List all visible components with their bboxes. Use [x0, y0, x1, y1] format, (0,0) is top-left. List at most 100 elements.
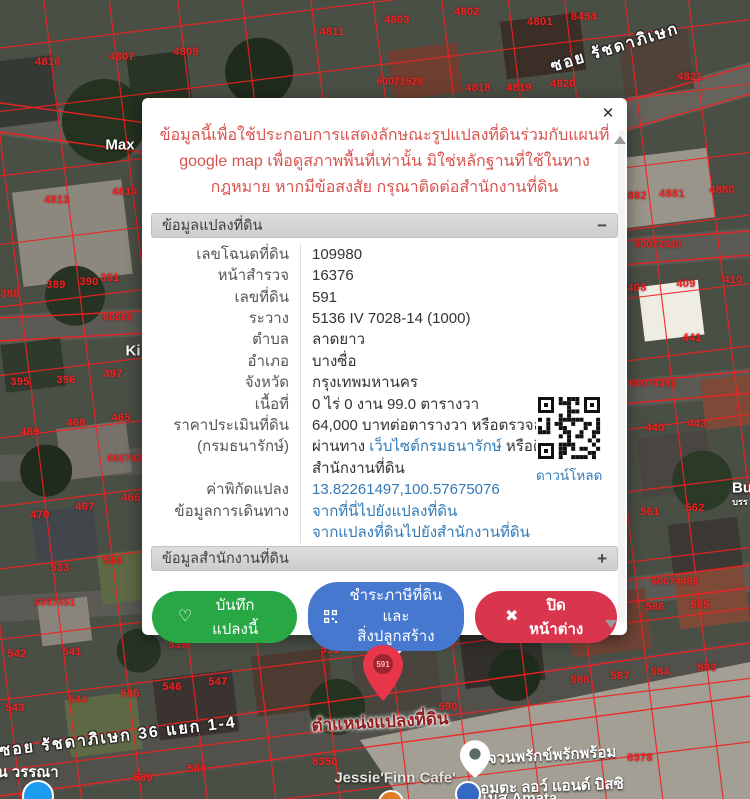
- parcel-number-label: 547: [208, 676, 227, 688]
- parcel-number-label: 60071528: [377, 77, 424, 88]
- parcel-number-label: 408: [627, 282, 646, 294]
- parcel-number-label: 4821: [677, 71, 703, 83]
- parcel-number-label: 562: [685, 502, 704, 514]
- parcel-number-label: 4881: [659, 188, 685, 200]
- section-title: ข้อมูลสำนักงานที่ดิน: [162, 547, 289, 570]
- field-row-directions: ข้อมูลการเดินทาง จากที่นี่ไปยังแปลงที่ดิ…: [151, 501, 618, 544]
- expand-icon[interactable]: +: [597, 550, 607, 567]
- qr-download-link[interactable]: ดาวน์โหลด: [536, 465, 602, 486]
- parcel-number-label: 542: [7, 648, 26, 660]
- parcel-number-label: 410: [723, 274, 742, 286]
- scroll-down-icon[interactable]: [605, 620, 617, 628]
- map-text-label: เนส Amata: [483, 786, 558, 799]
- map-text-label: Max: [105, 137, 134, 154]
- parcel-number-label: 470: [30, 509, 49, 521]
- section-title: ข้อมูลแปลงที่ดิน: [162, 214, 262, 237]
- parcel-number-label: 533: [50, 562, 69, 574]
- parcel-number-label: 4811: [319, 26, 344, 38]
- parcel-number-label: 4807: [109, 51, 135, 63]
- parcel-number-label: 543: [5, 702, 24, 714]
- parcel-number-label: 4816: [35, 56, 61, 68]
- landsmaps-screen: 4816480748094811480348024801845460071528…: [0, 0, 750, 799]
- parcel-number-label: 441: [682, 332, 701, 344]
- parcel-number-label: 395: [10, 376, 29, 388]
- parcel-number-label: 467: [75, 501, 94, 513]
- parcel-number-label: 469: [20, 426, 39, 438]
- parcel-number-label: 389: [46, 279, 65, 291]
- map-text-label: Bu: [732, 480, 750, 497]
- parcel-number-label: 588: [187, 763, 206, 775]
- pay-tax-button[interactable]: ชำระภาษีที่ดินและสิ่งปลูกสร้าง: [308, 582, 464, 651]
- treasury-website-link[interactable]: เว็บไซต์กรมธนารักษ์: [369, 438, 501, 455]
- parcel-number-label: 4820: [550, 78, 576, 90]
- parcel-number-label: 583: [697, 662, 716, 674]
- parcel-number-label: 6007451: [34, 598, 75, 609]
- field-row: จังหวัดกรุงเทพมหานคร: [151, 372, 618, 393]
- poi-pin-icon[interactable]: [460, 740, 490, 778]
- directions-to-office-link[interactable]: จากแปลงที่ดินไปยังสำนักงานที่ดิน: [312, 522, 618, 543]
- parcel-number-label: 541: [62, 646, 81, 658]
- parcel-number-label: 8350: [312, 756, 338, 768]
- parcel-number-label: 8454: [571, 11, 597, 23]
- parcel-number-label: 443: [687, 418, 706, 430]
- field-row: ตำบลลาดยาว: [151, 329, 618, 350]
- field-row: เลขโฉนดที่ดิน109980: [151, 244, 618, 265]
- parcel-number-label: 561: [640, 506, 659, 518]
- parcel-number-label: 60068: [103, 313, 132, 324]
- parcel-number-label: 4880: [709, 184, 735, 196]
- map-text-label: บรร: [732, 495, 747, 509]
- parcel-location-pin[interactable]: 591: [363, 645, 403, 701]
- parcel-number-label: 465: [111, 412, 130, 424]
- section-header-land-office[interactable]: ข้อมูลสำนักงานที่ดิน +: [151, 546, 618, 571]
- parcel-number-label: 534: [103, 555, 122, 567]
- close-icon[interactable]: ×: [596, 102, 620, 126]
- scroll-up-icon[interactable]: [614, 136, 626, 144]
- parcel-number-label: 546: [162, 681, 181, 693]
- action-button-row: ♡ บันทึกแปลงนี้ ชำระภาษีที่ดินและสิ่งปลู…: [142, 571, 627, 651]
- section-header-parcel-info[interactable]: ข้อมูลแปลงที่ดิน −: [151, 213, 618, 238]
- parcel-number-label: 60072520: [635, 240, 682, 251]
- parcel-number-label: 589: [133, 772, 152, 784]
- parcel-number-label: 600743: [107, 454, 142, 465]
- collapse-icon[interactable]: −: [597, 217, 607, 234]
- parcel-number-label: 60074395: [630, 379, 677, 390]
- parcel-number-label: 4813: [44, 194, 70, 206]
- parcel-field-table: เลขโฉนดที่ดิน109980 หน้าสำรวจ16376 เลขที…: [151, 244, 618, 544]
- parcel-number-label: 8378: [627, 752, 653, 764]
- map-text-label: Jessie'Finn Cafe': [334, 770, 455, 787]
- parcel-number-label: 60074456: [652, 577, 699, 588]
- parcel-number-label: 396: [56, 374, 75, 386]
- directions-to-parcel-link[interactable]: จากที่นี่ไปยังแปลงที่ดิน: [312, 501, 618, 522]
- parcel-number-label: 545: [120, 688, 139, 700]
- parcel-number-label: 544: [68, 694, 87, 706]
- parcel-number-label: 584: [650, 666, 669, 678]
- legal-warning-text: ข้อมูลนี้เพื่อใช้ประกอบการแสดงลักษณะรูปแ…: [158, 123, 611, 201]
- parcel-number-label: 586: [645, 601, 664, 613]
- save-parcel-button[interactable]: ♡ บันทึกแปลงนี้: [152, 591, 297, 643]
- coordinates-link[interactable]: 13.82261497,100.57675076: [312, 481, 500, 498]
- qr-code: [536, 395, 602, 461]
- parcel-number-label: 409: [676, 278, 695, 290]
- parcel-number-label: 440: [645, 422, 664, 434]
- pin-number: 591: [376, 660, 390, 669]
- field-row: เลขที่ดิน591: [151, 287, 618, 308]
- parcel-number-label: 4803: [384, 14, 410, 26]
- parcel-number-label: 587: [610, 670, 629, 682]
- parcel-info-window: × ข้อมูลนี้เพื่อใช้ประกอบการแสดงลักษณะรู…: [142, 98, 627, 635]
- map-text-label: น วรรณา: [0, 760, 59, 784]
- x-icon: ✖: [505, 609, 518, 625]
- map-text-label: Ki: [126, 343, 141, 360]
- qr-icon: [324, 609, 337, 624]
- parcel-number-label: 4818: [465, 82, 491, 94]
- close-window-button[interactable]: ✖ ปิดหน้าต่าง: [475, 591, 617, 643]
- heart-icon: ♡: [178, 609, 192, 625]
- scrollbar-track[interactable]: [618, 130, 625, 623]
- parcel-number-label: 4801: [527, 16, 553, 28]
- parcel-number-label: 586: [570, 674, 589, 686]
- field-row: หน้าสำรวจ16376: [151, 265, 618, 286]
- parcel-number-label: 4819: [506, 82, 532, 94]
- parcel-number-label: 391: [100, 272, 119, 284]
- field-row: อำเภอบางซื่อ: [151, 351, 618, 372]
- parcel-number-label: 4809: [173, 46, 199, 58]
- parcel-number-label: 468: [66, 417, 85, 429]
